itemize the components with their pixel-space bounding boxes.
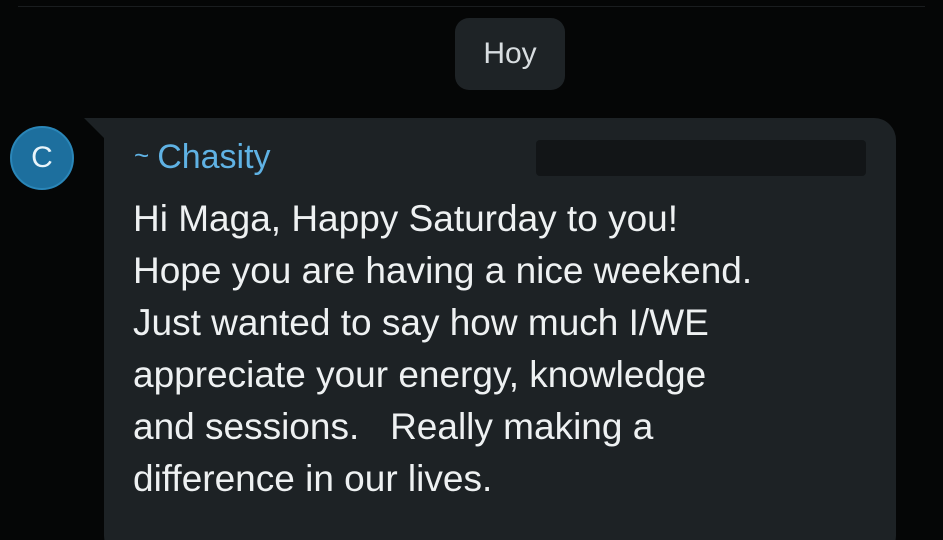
sender-avatar[interactable]: C bbox=[10, 126, 74, 190]
sender-name[interactable]: ~ Chasity bbox=[134, 138, 271, 177]
date-divider-label: Hoy bbox=[483, 37, 537, 70]
redacted-phone-number bbox=[536, 140, 866, 176]
avatar-initial: C bbox=[31, 141, 53, 174]
sender-prefix: ~ bbox=[134, 140, 150, 170]
sender-name-label: Chasity bbox=[157, 138, 271, 176]
date-divider: Hoy bbox=[455, 18, 565, 90]
divider-line bbox=[18, 6, 925, 7]
message-text: Hi Maga, Happy Saturday to you! Hope you… bbox=[133, 198, 753, 499]
message-bubble[interactable]: ~ Chasity Hi Maga, Happy Saturday to you!… bbox=[104, 118, 896, 540]
chat-screen: Hoy C ~ Chasity Hi Maga, Happy Saturday t… bbox=[0, 0, 943, 540]
bubble-tail bbox=[84, 118, 106, 140]
